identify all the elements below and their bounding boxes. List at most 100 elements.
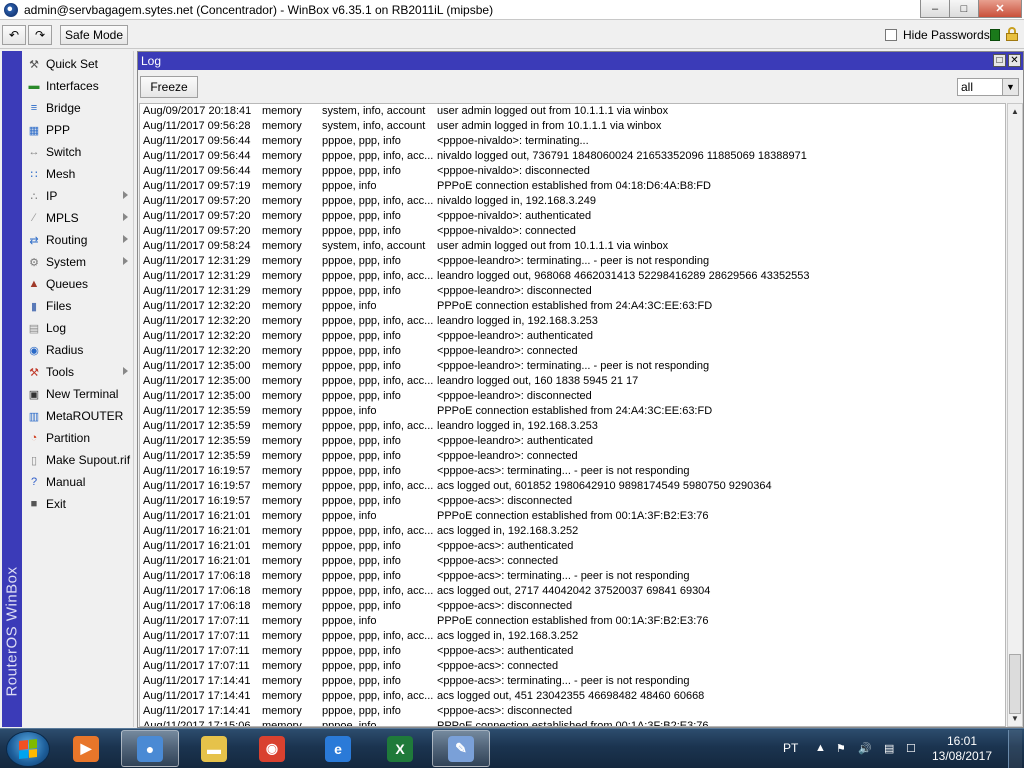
table-row[interactable]: Aug/11/2017 12:35:00 memory pppoe, ppp, in… xyxy=(140,389,1005,404)
sidebar-item-manual[interactable]: ? Manual xyxy=(24,471,134,493)
sidebar-item-make-supout-rif[interactable]: ▯ Make Supout.rif xyxy=(24,449,134,471)
sidebar-item-queues[interactable]: ▲ Queues xyxy=(24,273,134,295)
sidebar-item-partition[interactable]: ◔ Partition xyxy=(24,427,134,449)
table-row[interactable]: Aug/11/2017 12:35:59 memory pppoe, ppp, in… xyxy=(140,434,1005,449)
table-row[interactable]: Aug/11/2017 17:07:11 memory pppoe, ppp, in… xyxy=(140,644,1005,659)
sidebar-item-ppp[interactable]: ▦ PPP xyxy=(24,119,134,141)
taskbar-app-chrome[interactable]: ◉ xyxy=(243,730,301,767)
table-row[interactable]: Aug/11/2017 09:56:44 memory pppoe, ppp, in… xyxy=(140,164,1005,179)
table-row[interactable]: Aug/11/2017 12:32:20 memory pppoe, ppp, in… xyxy=(140,314,1005,329)
table-row[interactable]: Aug/11/2017 16:19:57 memory pppoe, ppp, in… xyxy=(140,464,1005,479)
table-row[interactable]: Aug/11/2017 17:15:06 memory pppoe, info PPP… xyxy=(140,719,1005,726)
table-row[interactable]: Aug/11/2017 09:57:20 memory pppoe, ppp, in… xyxy=(140,224,1005,239)
table-row[interactable]: Aug/11/2017 17:14:41 memory pppoe, ppp, in… xyxy=(140,704,1005,719)
table-row[interactable]: Aug/11/2017 12:35:00 memory pppoe, ppp, in… xyxy=(140,374,1005,389)
table-row[interactable]: Aug/11/2017 17:07:11 memory pppoe, ppp, in… xyxy=(140,659,1005,674)
log-topics-cell: pppoe, ppp, info xyxy=(322,285,401,297)
sidebar-item-radius[interactable]: ◉ Radius xyxy=(24,339,134,361)
table-row[interactable]: Aug/11/2017 09:56:44 memory pppoe, ppp, in… xyxy=(140,149,1005,164)
table-row[interactable]: Aug/11/2017 17:14:41 memory pppoe, ppp, in… xyxy=(140,689,1005,704)
sidebar-item-routing[interactable]: ⇄ Routing xyxy=(24,229,134,251)
table-row[interactable]: Aug/11/2017 12:32:20 memory pppoe, ppp, in… xyxy=(140,329,1005,344)
table-row[interactable]: Aug/09/2017 20:18:41 memory system, info, … xyxy=(140,104,1005,119)
table-row[interactable]: Aug/11/2017 09:56:28 memory system, info, … xyxy=(140,119,1005,134)
safe-mode-button[interactable]: Safe Mode xyxy=(60,25,128,45)
table-row[interactable]: Aug/11/2017 12:35:59 memory pppoe, ppp, in… xyxy=(140,419,1005,434)
sidebar-item-switch[interactable]: ↔ Switch xyxy=(24,141,134,163)
action-center-icon[interactable]: ⚑ xyxy=(836,742,846,755)
restore-window-button[interactable]: □ xyxy=(993,54,1006,67)
close-log-button[interactable]: ✕ xyxy=(1008,54,1021,67)
minimize-button[interactable]: – xyxy=(920,0,950,18)
table-row[interactable]: Aug/11/2017 16:19:57 memory pppoe, ppp, in… xyxy=(140,494,1005,509)
table-row[interactable]: Aug/11/2017 09:58:24 memory system, info, … xyxy=(140,239,1005,254)
checkbox-box[interactable] xyxy=(885,29,897,41)
table-row[interactable]: Aug/11/2017 09:57:19 memory pppoe, info PPP… xyxy=(140,179,1005,194)
undo-button[interactable]: ↶ xyxy=(2,25,26,45)
taskbar-app-excel[interactable]: X xyxy=(371,730,429,767)
volume-icon[interactable]: 🔊 xyxy=(858,742,872,755)
table-row[interactable]: Aug/11/2017 12:32:20 memory pppoe, ppp, in… xyxy=(140,344,1005,359)
sidebar-item-system[interactable]: ⚙ System xyxy=(24,251,134,273)
table-row[interactable]: Aug/11/2017 16:21:01 memory pppoe, ppp, in… xyxy=(140,524,1005,539)
language-indicator[interactable]: PT xyxy=(783,741,798,755)
log-buffer-cell: memory xyxy=(262,525,302,537)
sidebar-item-bridge[interactable]: ≡ Bridge xyxy=(24,97,134,119)
taskbar-app-internet-explorer[interactable]: e xyxy=(309,730,367,767)
taskbar-app-winbox[interactable]: ● xyxy=(121,730,179,767)
sidebar-item-tools[interactable]: ⚒ Tools xyxy=(24,361,134,383)
sidebar-item-files[interactable]: ▮ Files xyxy=(24,295,134,317)
clock[interactable]: 16:01 13/08/2017 xyxy=(930,734,994,764)
dropdown-arrow-icon[interactable]: ▼ xyxy=(1002,79,1018,95)
sidebar-item-mpls[interactable]: ∕ MPLS xyxy=(24,207,134,229)
table-row[interactable]: Aug/11/2017 12:32:20 memory pppoe, info PPP… xyxy=(140,299,1005,314)
sidebar-item-quick-set[interactable]: ⚒ Quick Set xyxy=(24,53,134,75)
taskbar-app-paint[interactable]: ✎ xyxy=(432,730,490,767)
table-row[interactable]: Aug/11/2017 17:06:18 memory pppoe, ppp, in… xyxy=(140,569,1005,584)
table-row[interactable]: Aug/11/2017 09:57:20 memory pppoe, ppp, in… xyxy=(140,209,1005,224)
sidebar-item-log[interactable]: ▤ Log xyxy=(24,317,134,339)
sidebar-item-mesh[interactable]: ∷ Mesh xyxy=(24,163,134,185)
maximize-button[interactable]: □ xyxy=(949,0,979,18)
sidebar-item-interfaces[interactable]: ▬ Interfaces xyxy=(24,75,134,97)
table-row[interactable]: Aug/11/2017 12:31:29 memory pppoe, ppp, in… xyxy=(140,284,1005,299)
start-button[interactable] xyxy=(6,731,50,767)
table-row[interactable]: Aug/11/2017 17:14:41 memory pppoe, ppp, in… xyxy=(140,674,1005,689)
network-icon[interactable]: ▤ xyxy=(884,742,894,755)
sidebar-item-exit[interactable]: ■ Exit xyxy=(24,493,134,515)
show-hidden-icons-icon[interactable]: ▲ xyxy=(815,742,826,754)
table-row[interactable]: Aug/11/2017 09:56:44 memory pppoe, ppp, in… xyxy=(140,134,1005,149)
scroll-down-icon[interactable]: ▼ xyxy=(1008,711,1022,726)
taskbar-app-media-player[interactable]: ▶ xyxy=(57,730,115,767)
sidebar-item-ip[interactable]: ∴ IP xyxy=(24,185,134,207)
log-message-cell: <pppoe-acs>: connected xyxy=(437,660,559,672)
table-row[interactable]: Aug/11/2017 12:35:59 memory pppoe, ppp, in… xyxy=(140,449,1005,464)
scroll-up-icon[interactable]: ▲ xyxy=(1008,104,1022,119)
table-row[interactable]: Aug/11/2017 17:06:18 memory pppoe, ppp, in… xyxy=(140,599,1005,614)
log-vertical-scrollbar[interactable]: ▲ ▼ xyxy=(1007,103,1023,727)
table-row[interactable]: Aug/11/2017 16:19:57 memory pppoe, ppp, in… xyxy=(140,479,1005,494)
scroll-thumb[interactable] xyxy=(1009,654,1021,714)
hide-passwords-checkbox[interactable]: Hide Passwords xyxy=(885,28,990,42)
table-row[interactable]: Aug/11/2017 12:35:00 memory pppoe, ppp, in… xyxy=(140,359,1005,374)
show-desktop-button[interactable] xyxy=(1008,730,1022,768)
table-row[interactable]: Aug/11/2017 17:07:11 memory pppoe, ppp, in… xyxy=(140,629,1005,644)
log-time-cell: Aug/11/2017 12:31:29 xyxy=(143,285,251,297)
redo-button[interactable]: ↷ xyxy=(28,25,52,45)
close-button[interactable]: ✕ xyxy=(978,0,1022,18)
freeze-button[interactable]: Freeze xyxy=(140,76,198,98)
table-row[interactable]: Aug/11/2017 16:21:01 memory pppoe, ppp, in… xyxy=(140,539,1005,554)
table-row[interactable]: Aug/11/2017 12:31:29 memory pppoe, ppp, in… xyxy=(140,254,1005,269)
table-row[interactable]: Aug/11/2017 09:57:20 memory pppoe, ppp, in… xyxy=(140,194,1005,209)
sidebar-item-metarouter[interactable]: ▥ MetaROUTER xyxy=(24,405,134,427)
taskbar-app-file-explorer[interactable]: ▬ xyxy=(185,730,243,767)
table-row[interactable]: Aug/11/2017 17:06:18 memory pppoe, ppp, in… xyxy=(140,584,1005,599)
table-row[interactable]: Aug/11/2017 12:35:59 memory pppoe, info PPP… xyxy=(140,404,1005,419)
table-row[interactable]: Aug/11/2017 12:31:29 memory pppoe, ppp, in… xyxy=(140,269,1005,284)
remove-hardware-icon[interactable]: ☐ xyxy=(906,742,916,755)
table-row[interactable]: Aug/11/2017 16:21:01 memory pppoe, info PPP… xyxy=(140,509,1005,524)
sidebar-item-new-terminal[interactable]: ▣ New Terminal xyxy=(24,383,134,405)
table-row[interactable]: Aug/11/2017 16:21:01 memory pppoe, ppp, in… xyxy=(140,554,1005,569)
table-row[interactable]: Aug/11/2017 17:07:11 memory pppoe, info PPP… xyxy=(140,614,1005,629)
topic-filter-select[interactable]: all ▼ xyxy=(957,78,1019,96)
